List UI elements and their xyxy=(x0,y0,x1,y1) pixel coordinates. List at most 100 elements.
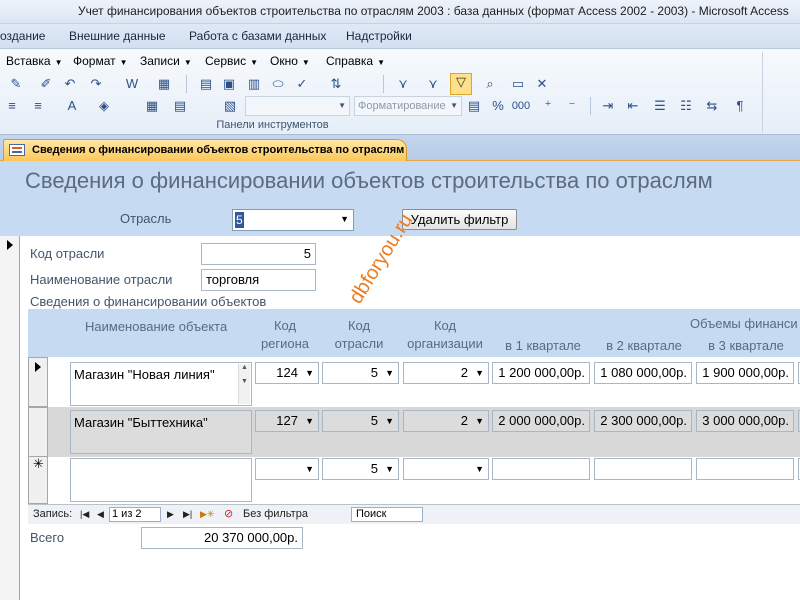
branch-name-field[interactable]: торговля xyxy=(201,269,316,291)
q1-field[interactable]: 1 200 000,00р. xyxy=(492,362,590,384)
indent-icon[interactable]: ⇥ xyxy=(600,98,616,114)
branch-code-combo[interactable]: 5 ▼ xyxy=(322,458,399,480)
document-tab-strip: Сведения о финансировании объектов строи… xyxy=(0,135,800,161)
filter-off-icon[interactable]: ⊘ xyxy=(224,507,233,520)
filter-by-form-icon[interactable]: ⋎ xyxy=(425,76,441,92)
q2-field[interactable] xyxy=(594,458,692,480)
delete-icon[interactable]: ✕ xyxy=(534,76,550,92)
tab-addins[interactable]: Надстройки xyxy=(346,29,412,43)
first-record-icon[interactable]: |◀ xyxy=(80,509,89,520)
remove-filter-button[interactable]: Удалить фильтр xyxy=(402,209,517,230)
q2-field[interactable]: 2 300 000,00р. xyxy=(594,410,692,432)
fill-color-icon[interactable]: ◈ xyxy=(96,98,112,114)
comma-icon[interactable]: 000 xyxy=(510,98,532,114)
apply-filter-icon[interactable]: ▽ xyxy=(450,73,472,95)
excel-icon[interactable]: ▦ xyxy=(156,76,172,92)
branch-filter-label: Отрасль xyxy=(120,211,172,226)
row-selector[interactable] xyxy=(28,357,48,407)
toolbar-separator xyxy=(186,75,187,93)
border-icon[interactable]: ▦ xyxy=(144,98,160,114)
branch-code-combo[interactable]: 5 ▼ xyxy=(322,362,399,384)
q3-field[interactable]: 3 000 000,00р. xyxy=(696,410,794,432)
spell-icon[interactable]: ✓ xyxy=(294,76,310,92)
q1-field[interactable] xyxy=(492,458,590,480)
chart-icon[interactable]: ⬭ xyxy=(270,76,286,92)
menu-records[interactable]: Записи ▼ xyxy=(140,54,192,68)
row-selector[interactable] xyxy=(28,407,48,457)
properties-icon[interactable]: ▧ xyxy=(222,98,238,114)
object-name-field[interactable] xyxy=(70,458,252,502)
tab-external-data[interactable]: Внешние данные xyxy=(69,29,166,43)
record-selector[interactable] xyxy=(0,236,20,600)
decrease-decimal-icon[interactable]: ⁻ xyxy=(564,98,580,114)
org-code-combo[interactable]: 2 ▼ xyxy=(403,362,489,384)
chevron-down-icon[interactable]: ▼ xyxy=(340,214,349,224)
new-record-icon[interactable]: ▭ xyxy=(510,76,526,92)
gridlines-icon[interactable]: ▤ xyxy=(172,98,188,114)
wrap-icon[interactable]: ⇆ xyxy=(704,98,720,114)
format-painter-icon[interactable]: ✐ xyxy=(38,76,54,92)
object-name-field[interactable]: Магазин "Новая линия" ▲ ▼ xyxy=(70,362,252,406)
outdent-icon[interactable]: ⇤ xyxy=(625,98,641,114)
no-filter-button[interactable]: Без фильтра xyxy=(243,508,308,520)
branch-filter-combo[interactable]: 5 ▼ xyxy=(232,209,354,231)
region-code-combo[interactable]: 124 ▼ xyxy=(255,362,319,384)
object-name-field[interactable]: Магазин "Быттехника" xyxy=(70,410,252,454)
sort-icon[interactable]: ⇅ xyxy=(328,76,344,92)
prev-record-icon[interactable]: ◀ xyxy=(97,509,104,520)
record-navigation-bar: Запись: |◀ ◀ 1 из 2 ▶ ▶| ▶✳ ⊘ Без фильтр… xyxy=(28,504,800,524)
q3-field[interactable] xyxy=(696,458,794,480)
branch-code-combo[interactable]: 5 ▼ xyxy=(322,410,399,432)
next-record-icon[interactable]: ▶ xyxy=(167,509,174,520)
font-color-icon[interactable]: A xyxy=(64,98,80,114)
align-left-icon[interactable]: ≡ xyxy=(4,98,20,114)
find-icon[interactable]: ⌕ xyxy=(482,76,498,92)
word-icon[interactable]: W xyxy=(124,76,140,92)
q2-field[interactable]: 1 080 000,00р. xyxy=(594,362,692,384)
undo-icon[interactable]: ↶ xyxy=(62,76,78,92)
numbered-list-icon[interactable]: ☷ xyxy=(678,98,694,114)
table-icon[interactable]: ▤ xyxy=(198,76,214,92)
new-record-nav-icon[interactable]: ▶✳ xyxy=(200,509,214,520)
q3-field[interactable]: 1 900 000,00р. xyxy=(696,362,794,384)
menu-tools[interactable]: Сервис ▼ xyxy=(205,54,258,68)
window-icon[interactable]: ▥ xyxy=(246,76,262,92)
q1-field[interactable]: 2 000 000,00р. xyxy=(492,410,590,432)
total-label: Всего xyxy=(30,530,65,545)
scrollbar[interactable]: ▲ ▼ xyxy=(238,364,250,404)
column-org-code: Код организации xyxy=(407,318,483,351)
record-position-field[interactable]: 1 из 2 xyxy=(109,507,161,522)
search-input[interactable]: Поиск xyxy=(351,507,423,522)
currency-icon[interactable]: ▤ xyxy=(466,98,482,114)
tab-database-tools[interactable]: Работа с базами данных xyxy=(189,29,326,43)
branch-code-field[interactable]: 5 xyxy=(201,243,316,265)
new-record-selector[interactable]: ✳ xyxy=(28,456,48,504)
document-tab[interactable]: Сведения о финансировании объектов строи… xyxy=(3,139,407,161)
tab-create[interactable]: оздание xyxy=(0,29,45,43)
region-code-combo[interactable]: 127 ▼ xyxy=(255,410,319,432)
branch-filter-value: 5 xyxy=(235,212,244,228)
redo-icon[interactable]: ↷ xyxy=(88,76,104,92)
org-code-combo[interactable]: ▼ xyxy=(403,458,489,480)
document-tab-title: Сведения о финансировании объектов строи… xyxy=(32,144,405,156)
increase-decimal-icon[interactable]: ⁺ xyxy=(540,98,556,114)
org-code-combo[interactable]: 2 ▼ xyxy=(403,410,489,432)
list-icon[interactable]: ☰ xyxy=(652,98,668,114)
insert-icon[interactable]: ✎ xyxy=(8,76,24,92)
region-code-combo[interactable]: ▼ xyxy=(255,458,319,480)
field-combo[interactable]: ▼ xyxy=(245,96,350,116)
branch-code-label: Код отрасли xyxy=(30,246,105,261)
menu-format[interactable]: Формат ▼ xyxy=(73,54,128,68)
menu-help[interactable]: Справка ▼ xyxy=(326,54,385,68)
percent-icon[interactable]: % xyxy=(490,98,506,114)
last-record-icon[interactable]: ▶| xyxy=(183,509,192,520)
filter-by-selection-icon[interactable]: ⋎ xyxy=(395,76,411,92)
format-combo[interactable]: Форматирование ▼ xyxy=(354,96,462,116)
column-region-code: Код региона xyxy=(260,318,310,351)
properties-icon[interactable]: ▣ xyxy=(221,76,237,92)
menu-window[interactable]: Окно ▼ xyxy=(270,54,310,68)
menu-insert[interactable]: Вставка ▼ xyxy=(6,54,63,68)
subform-header: Наименование объекта Код региона Код отр… xyxy=(28,309,800,357)
align-center-icon[interactable]: ≡ xyxy=(30,98,46,114)
paragraph-icon[interactable]: ¶ xyxy=(732,98,748,114)
